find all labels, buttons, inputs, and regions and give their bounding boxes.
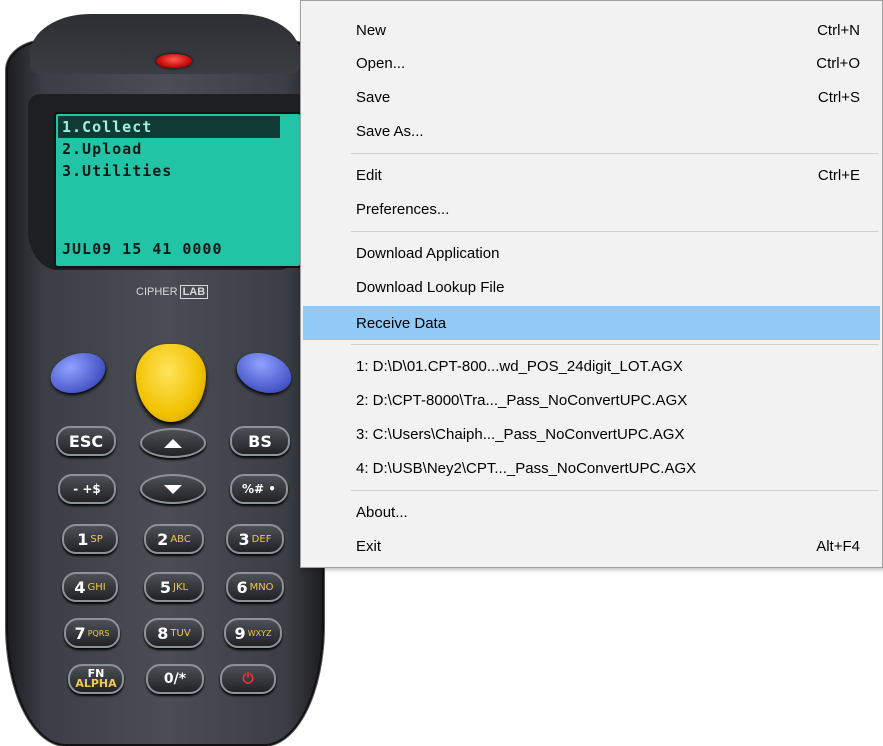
- menu-item-shortcut: Ctrl+S: [817, 88, 860, 106]
- key-1[interactable]: 1 SP: [62, 524, 118, 554]
- menu-item-preferences[interactable]: Preferences...: [303, 192, 880, 226]
- down-arrow-key[interactable]: [140, 474, 206, 504]
- lcd-menu-item-utilities: 3.Utilities: [62, 162, 173, 180]
- menu-item-shortcut: Ctrl+N: [817, 21, 860, 39]
- key-7[interactable]: 7 PQRS: [64, 618, 120, 648]
- key-8[interactable]: 8 TUV: [144, 618, 204, 648]
- lcd-menu-item-upload: 2.Upload: [62, 140, 143, 158]
- key-4-label: 4: [74, 577, 86, 597]
- alpha-label: ALPHA: [75, 677, 117, 690]
- key-6[interactable]: 6 MNO: [226, 572, 284, 602]
- menu-item-new[interactable]: New Ctrl+N: [303, 13, 880, 47]
- up-arrow-key[interactable]: [140, 428, 206, 458]
- key-3[interactable]: 3 DEF: [226, 524, 284, 554]
- menu-item-label: Download Application: [356, 244, 500, 262]
- key-4-sub: GHI: [87, 581, 106, 593]
- key-2-sub: ABC: [170, 533, 191, 545]
- menu-item-recent-file-4[interactable]: 4: D:\USB\Ney2\CPT..._Pass_NoConvertUPC.…: [303, 451, 880, 485]
- key-9[interactable]: 9 WXYZ: [224, 618, 282, 648]
- menu-item-about[interactable]: About...: [303, 495, 880, 529]
- menu-separator: [351, 153, 878, 154]
- menu-item-label: 2: D:\CPT-8000\Tra..._Pass_NoConvertUPC.…: [356, 391, 688, 409]
- key-3-label: 3: [238, 529, 250, 549]
- menu-item-label: Exit: [356, 537, 382, 555]
- key-9-label: 9: [234, 623, 246, 643]
- backspace-key[interactable]: BS: [230, 426, 290, 456]
- key-4[interactable]: 4 GHI: [62, 572, 118, 602]
- menu-item-receive-data[interactable]: Receive Data: [303, 306, 880, 340]
- menu-item-edit[interactable]: Edit Ctrl+E: [303, 158, 880, 192]
- key-6-sub: MNO: [249, 581, 274, 593]
- menu-separator: [351, 490, 878, 491]
- down-arrow-icon: [164, 484, 182, 494]
- menu-item-shortcut: Ctrl+E: [817, 166, 860, 184]
- menu-item-label: 3: C:\Users\Chaiph..._Pass_NoConvertUPC.…: [356, 425, 685, 443]
- menu-item-shortcut: Alt+F4: [816, 537, 860, 555]
- menu-item-download-application[interactable]: Download Application: [303, 236, 880, 270]
- percent-key[interactable]: %# •: [230, 474, 288, 504]
- key-5[interactable]: 5 JKL: [144, 572, 204, 602]
- up-arrow-icon: [164, 438, 182, 448]
- menu-item-label: Save As...: [356, 122, 424, 140]
- brand-text: CIPHER: [136, 286, 178, 298]
- context-menu: New Ctrl+N Open... Ctrl+O Save Ctrl+S Save …: [300, 0, 883, 568]
- menu-item-recent-file-1[interactable]: 1: D:\D\01.CPT-800...wd_POS_24digit_LOT.…: [303, 349, 880, 383]
- menu-separator: [351, 344, 878, 345]
- menu-item-label: 4: D:\USB\Ney2\CPT..._Pass_NoConvertUPC.…: [356, 459, 697, 477]
- menu-item-save[interactable]: Save Ctrl+S: [303, 80, 880, 114]
- key-0[interactable]: 0/*: [146, 664, 204, 694]
- menu-item-shortcut: Ctrl+O: [816, 54, 860, 72]
- menu-item-recent-file-3[interactable]: 3: C:\Users\Chaiph..._Pass_NoConvertUPC.…: [303, 417, 880, 451]
- key-8-label: 8: [157, 623, 169, 643]
- fn-alpha-key[interactable]: FN ALPHA: [68, 664, 124, 694]
- key-3-sub: DEF: [251, 533, 272, 545]
- power-icon: ⏻: [242, 671, 254, 687]
- menu-item-save-as[interactable]: Save As...: [303, 114, 880, 148]
- lcd-menu-item-collect: 1.Collect: [58, 116, 280, 138]
- brand-logo: CIPHER LAB: [136, 285, 209, 299]
- menu-item-label: Download Lookup File: [356, 278, 505, 296]
- menu-separator: [351, 231, 878, 232]
- key-2-label: 2: [157, 529, 169, 549]
- key-5-sub: JKL: [173, 581, 189, 593]
- menu-item-label: About...: [356, 503, 408, 521]
- menu-item-label: Edit: [356, 166, 382, 184]
- key-6-label: 6: [236, 577, 248, 597]
- menu-item-recent-file-2[interactable]: 2: D:\CPT-8000\Tra..._Pass_NoConvertUPC.…: [303, 383, 880, 417]
- menu-item-label: Receive Data: [356, 314, 447, 332]
- lcd-screen: 1.Collect 2.Upload 3.Utilities JUL09 15 …: [54, 112, 302, 268]
- lcd-status-line: JUL09 15 41 0000: [62, 240, 223, 258]
- menu-item-exit[interactable]: Exit Alt+F4: [303, 529, 880, 563]
- esc-key[interactable]: ESC: [56, 426, 116, 456]
- menu-item-label: Open...: [356, 54, 406, 72]
- brand-box-text: LAB: [179, 285, 209, 299]
- menu-item-label: 1: D:\D\01.CPT-800...wd_POS_24digit_LOT.…: [356, 357, 683, 375]
- menu-item-label: Save: [356, 88, 391, 106]
- menu-item-label: New: [356, 21, 387, 39]
- key-7-sub: PQRS: [87, 628, 110, 638]
- key-5-label: 5: [159, 577, 172, 597]
- key-1-label: 1: [77, 529, 89, 549]
- key-9-sub: WXYZ: [247, 628, 272, 638]
- key-1-sub: SP: [90, 533, 103, 545]
- key-7-label: 7: [74, 623, 86, 643]
- menu-item-open[interactable]: Open... Ctrl+O: [303, 46, 880, 80]
- minus-key[interactable]: - +$: [58, 474, 116, 504]
- menu-item-label: Preferences...: [356, 200, 450, 218]
- data-terminal-device: 1.Collect 2.Upload 3.Utilities JUL09 15 …: [6, 14, 332, 746]
- key-2[interactable]: 2 ABC: [144, 524, 204, 554]
- menu-item-download-lookup-file[interactable]: Download Lookup File: [303, 270, 880, 304]
- power-key[interactable]: ⏻: [220, 664, 276, 694]
- key-8-sub: TUV: [170, 627, 191, 639]
- status-led-icon: [156, 54, 192, 68]
